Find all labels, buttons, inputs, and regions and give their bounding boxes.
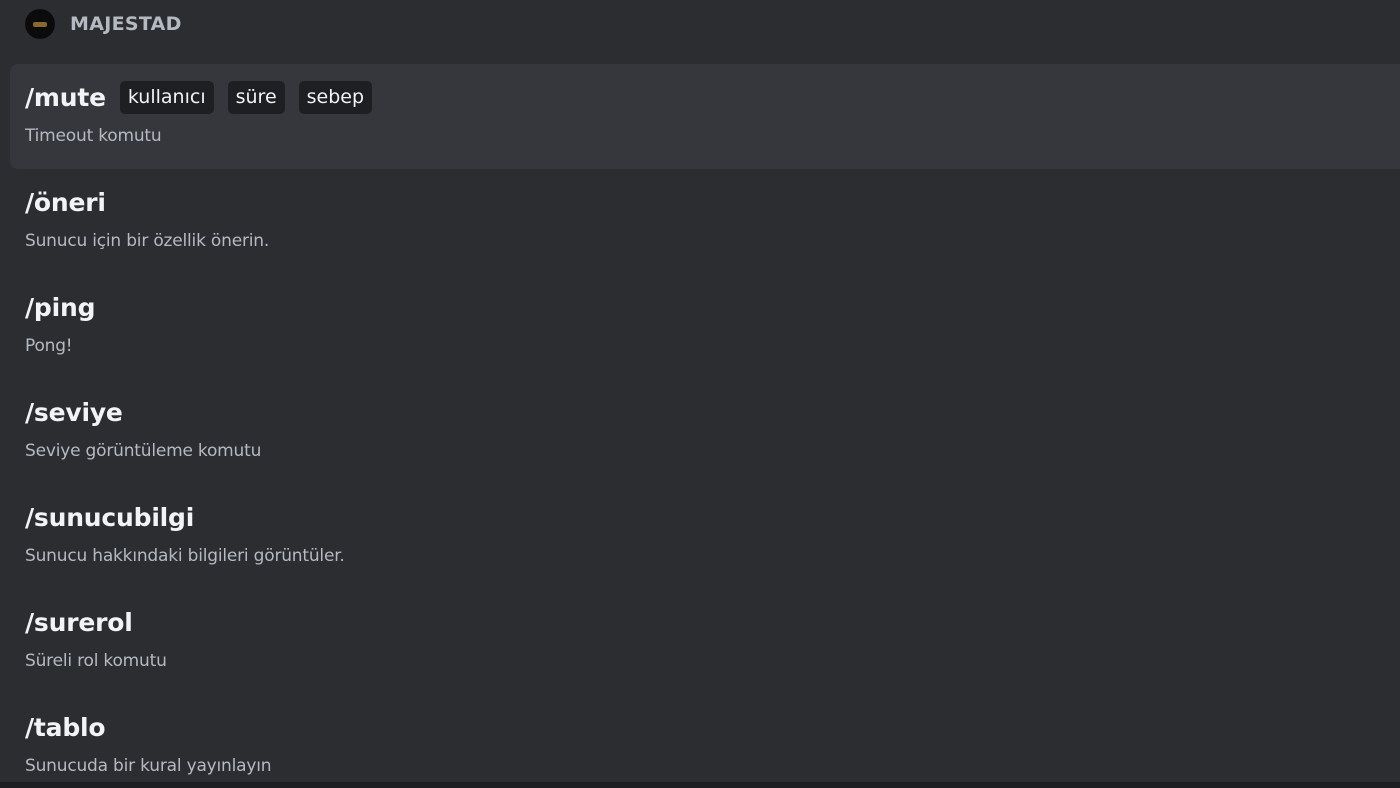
command-name: /mute [25, 82, 106, 112]
command-description: Pong! [25, 336, 73, 356]
command-name: /ping [25, 292, 96, 322]
command-item-tablo[interactable]: /tablo Sunucuda bir kural yayınlayın [10, 694, 1400, 788]
command-params: kullanıcı süre sebep [119, 80, 386, 114]
input-area-edge [0, 782, 1400, 788]
command-name: /tablo [25, 712, 106, 742]
param-chip-user[interactable]: kullanıcı [119, 80, 214, 114]
param-chip-reason[interactable]: sebep [298, 80, 373, 114]
param-chip-duration[interactable]: süre [227, 80, 285, 114]
command-item-surerol[interactable]: /surerol Süreli rol komutu [10, 589, 1400, 694]
command-item-mute[interactable]: /mute kullanıcı süre sebep Timeout komut… [10, 64, 1400, 169]
command-description: Seviye görüntüleme komutu [25, 441, 262, 461]
command-item-oneri[interactable]: /öneri Sunucu için bir özellik önerin. [10, 169, 1400, 274]
command-item-ping[interactable]: /ping Pong! [10, 274, 1400, 379]
command-description: Süreli rol komutu [25, 651, 167, 671]
command-description: Sunucu hakkındaki bilgileri görüntüler. [25, 546, 345, 566]
command-item-sunucubilgi[interactable]: /sunucubilgi Sunucu hakkındaki bilgileri… [10, 484, 1400, 589]
command-list: /mute kullanıcı süre sebep Timeout komut… [10, 64, 1400, 788]
command-description: Sunucuda bir kural yayınlayın [25, 756, 272, 776]
command-description: Timeout komutu [25, 126, 162, 146]
command-name: /surerol [25, 607, 133, 637]
command-name: /öneri [25, 187, 106, 217]
app-avatar-icon [25, 9, 55, 39]
command-name: /seviye [25, 397, 123, 427]
app-name: MAJESTAD [70, 13, 182, 35]
command-name: /sunucubilgi [25, 502, 195, 532]
avatar-logo-mark [33, 21, 47, 27]
app-header: MAJESTAD [0, 0, 1400, 48]
command-description: Sunucu için bir özellik önerin. [25, 231, 270, 251]
command-picker-panel: MAJESTAD /mute kullanıcı süre sebep Time… [0, 0, 1400, 782]
command-item-seviye[interactable]: /seviye Seviye görüntüleme komutu [10, 379, 1400, 484]
